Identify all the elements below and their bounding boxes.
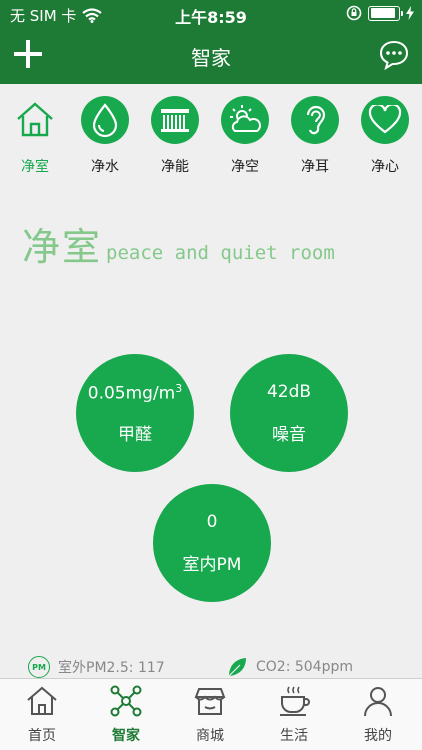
- tab-label: 商城: [196, 728, 224, 744]
- room-heading: 净室 peace and quiet room: [22, 228, 335, 266]
- orientation-lock-icon: [346, 5, 362, 21]
- heart-icon: [361, 96, 409, 144]
- category-label: 净空: [231, 159, 259, 175]
- house-icon: [11, 96, 59, 144]
- formaldehyde-circle[interactable]: 0.05mg/m3 甲醛: [76, 354, 194, 472]
- store-icon: [194, 688, 226, 715]
- category-jingkong[interactable]: 净空: [215, 96, 275, 176]
- pm-icon: PM: [28, 656, 50, 678]
- tab-smart-home[interactable]: 智家: [91, 685, 161, 745]
- tab-mine[interactable]: 我的: [343, 685, 413, 745]
- room-heading-cn: 净室: [22, 225, 103, 269]
- room-heading-en: peace and quiet room: [106, 242, 335, 264]
- tab-life[interactable]: 生活: [259, 685, 329, 745]
- user-icon: [364, 687, 392, 717]
- outdoor-pm-text: 室外PM2.5: 117: [58, 660, 165, 676]
- noise-value: 42dB: [266, 382, 312, 402]
- category-label: 净能: [161, 159, 189, 175]
- category-jingxin[interactable]: 净心: [355, 96, 415, 176]
- category-label: 净耳: [301, 159, 329, 175]
- category-label: 净水: [91, 159, 119, 175]
- category-jingneng[interactable]: 净能: [145, 96, 205, 176]
- co2-stat: CO2: 504ppm: [226, 656, 353, 678]
- category-label: 净心: [371, 159, 399, 175]
- category-jingshi[interactable]: 净室: [5, 96, 65, 176]
- tab-label: 我的: [364, 728, 392, 744]
- sun-cloud-icon: [221, 96, 269, 144]
- tab-store[interactable]: 商城: [175, 685, 245, 745]
- formaldehyde-label: 甲醛: [118, 425, 152, 445]
- battery-fill: [370, 8, 395, 18]
- co2-text: CO2: 504ppm: [256, 659, 354, 675]
- indoor-pm-label: 室内PM: [182, 555, 242, 575]
- indoor-pm-value: 0: [206, 512, 218, 532]
- tab-home[interactable]: 首页: [7, 685, 77, 745]
- category-row: 净室 净水 净能 净空 净耳 净心: [0, 96, 422, 186]
- tab-label: 生活: [280, 728, 308, 744]
- nav-bar: 智家: [0, 28, 422, 84]
- charging-bolt-icon: [406, 6, 414, 20]
- category-label: 净室: [21, 159, 49, 175]
- leaf-icon: [228, 658, 246, 677]
- network-icon: [110, 685, 142, 717]
- tab-label: 首页: [28, 728, 56, 744]
- chat-bubble-icon[interactable]: [378, 39, 410, 71]
- noise-circle[interactable]: 42dB 噪音: [230, 354, 348, 472]
- formaldehyde-value: 0.05mg/m3: [87, 382, 183, 404]
- outdoor-pm-stat: PM 室外PM2.5: 117: [28, 656, 165, 678]
- category-jingshui[interactable]: 净水: [75, 96, 135, 176]
- tab-bar: 首页 智家 商城 生活 我的: [0, 678, 422, 750]
- noise-label: 噪音: [272, 425, 306, 445]
- coffee-cup-icon: [280, 686, 310, 716]
- environment-stats: PM 室外PM2.5: 117 CO2: 504ppm: [0, 652, 422, 678]
- status-right: [346, 5, 414, 21]
- solar-panel-icon: [151, 96, 199, 144]
- water-drop-icon: [81, 96, 129, 144]
- tab-label: 智家: [112, 728, 140, 744]
- category-jinger[interactable]: 净耳: [285, 96, 345, 176]
- home-icon: [27, 686, 57, 715]
- battery-icon: [368, 5, 403, 21]
- page-title: 智家: [191, 46, 231, 70]
- indoor-pm-circle[interactable]: 0 室内PM: [153, 484, 271, 602]
- ear-icon: [291, 96, 339, 144]
- status-bar: 无 SIM 卡 上午8:59: [0, 0, 422, 28]
